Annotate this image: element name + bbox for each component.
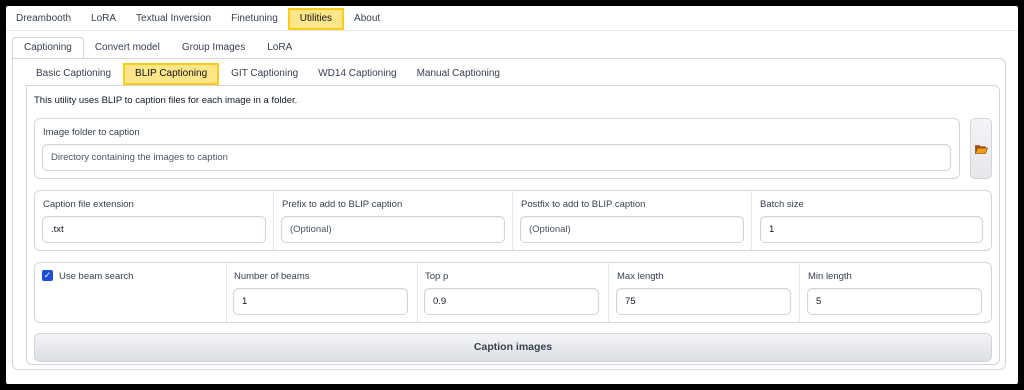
tab-captioning[interactable]: Captioning bbox=[12, 37, 84, 59]
tab-dreambooth[interactable]: Dreambooth bbox=[6, 8, 81, 30]
top-p-input[interactable]: 0.9 bbox=[424, 288, 599, 315]
tab-utilities-lora[interactable]: LoRA bbox=[256, 37, 303, 59]
batch-size-label: Batch size bbox=[760, 199, 804, 210]
min-length-input[interactable]: 5 bbox=[807, 288, 982, 315]
num-beams-label: Number of beams bbox=[234, 271, 310, 282]
batch-size-input[interactable]: 1 bbox=[760, 216, 983, 243]
checkmark-icon: ✓ bbox=[43, 270, 52, 280]
max-length-label: Max length bbox=[617, 271, 664, 282]
divider bbox=[751, 191, 752, 250]
tab-textual-inversion[interactable]: Textual Inversion bbox=[126, 8, 221, 30]
min-length-label: Min length bbox=[808, 271, 852, 282]
caption-ext-label: Caption file extension bbox=[43, 199, 134, 210]
tab-about[interactable]: About bbox=[344, 8, 390, 30]
prefix-input[interactable]: (Optional) bbox=[281, 216, 505, 243]
tabs-divider bbox=[6, 30, 1018, 31]
prefix-label: Prefix to add to BLIP caption bbox=[282, 199, 403, 210]
main-tabs: Dreambooth LoRA Textual Inversion Finetu… bbox=[6, 8, 390, 30]
tab-convert-model[interactable]: Convert model bbox=[84, 37, 171, 59]
divider bbox=[417, 263, 418, 322]
max-length-input[interactable]: 75 bbox=[616, 288, 791, 315]
tab-lora[interactable]: LoRA bbox=[81, 8, 126, 30]
image-folder-label: Image folder to caption bbox=[43, 127, 140, 138]
postfix-label: Postfix to add to BLIP caption bbox=[521, 199, 646, 210]
caption-ext-input[interactable]: .txt bbox=[42, 216, 266, 243]
num-beams-input[interactable]: 1 bbox=[233, 288, 408, 315]
tab-wd14-captioning[interactable]: WD14 Captioning bbox=[308, 63, 406, 85]
divider bbox=[226, 263, 227, 322]
divider bbox=[512, 191, 513, 250]
divider bbox=[799, 263, 800, 322]
tab-group-images[interactable]: Group Images bbox=[171, 37, 256, 59]
tab-basic-captioning[interactable]: Basic Captioning bbox=[26, 63, 121, 85]
beam-search-label[interactable]: Use beam search bbox=[59, 271, 133, 282]
folder-open-icon bbox=[974, 144, 988, 154]
captioning-tabs: Basic Captioning BLIP Captioning GIT Cap… bbox=[26, 63, 510, 85]
tab-blip-captioning[interactable]: BLIP Captioning bbox=[123, 63, 220, 85]
postfix-input[interactable]: (Optional) bbox=[520, 216, 744, 243]
caption-images-button[interactable]: Caption images bbox=[34, 333, 992, 362]
tab-git-captioning[interactable]: GIT Captioning bbox=[221, 63, 308, 85]
image-folder-input[interactable]: Directory containing the images to capti… bbox=[42, 144, 951, 171]
divider bbox=[273, 191, 274, 250]
utility-description: This utility uses BLIP to caption files … bbox=[34, 95, 298, 106]
tab-finetuning[interactable]: Finetuning bbox=[221, 8, 288, 30]
tab-manual-captioning[interactable]: Manual Captioning bbox=[407, 63, 510, 85]
beam-search-checkbox[interactable]: ✓ bbox=[42, 270, 53, 281]
folder-picker-button[interactable] bbox=[970, 118, 992, 179]
divider bbox=[608, 263, 609, 322]
tab-utilities[interactable]: Utilities bbox=[287, 8, 345, 30]
top-p-label: Top p bbox=[425, 271, 449, 282]
utilities-tabs: Captioning Convert model Group Images Lo… bbox=[12, 37, 303, 59]
